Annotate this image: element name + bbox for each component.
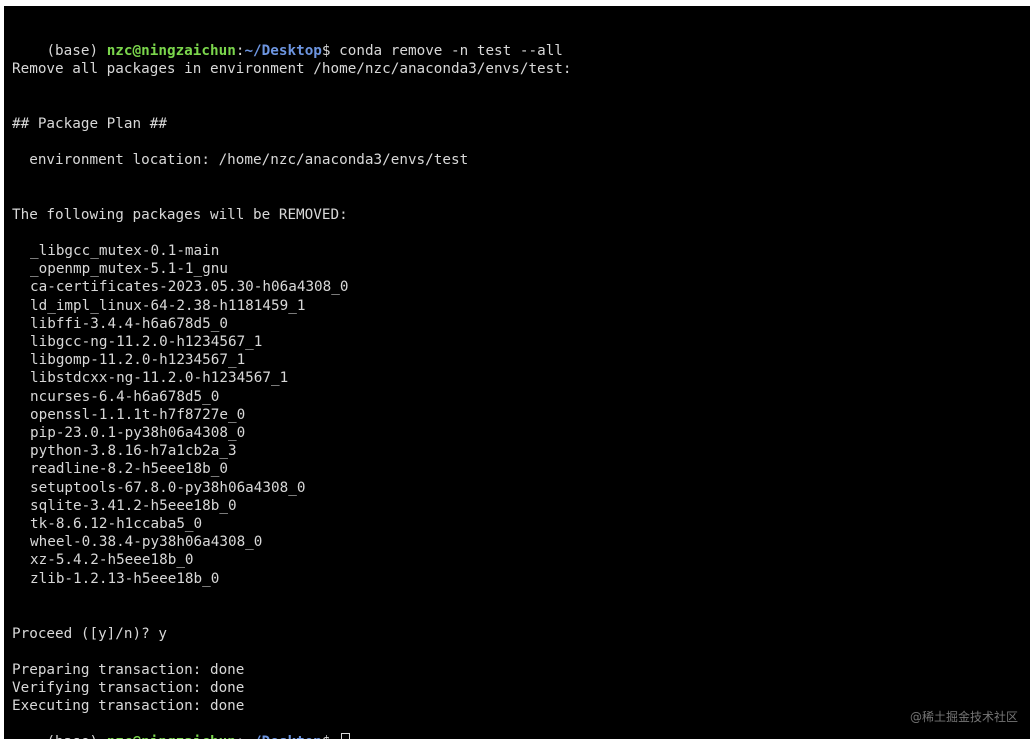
package-item: libgomp-11.2.0-h1234567_1 (30, 352, 246, 369)
terminal-cursor[interactable] (341, 733, 351, 739)
environment-location: environment location: /home/nzc/anaconda… (12, 152, 469, 168)
package-item: ncurses-6.4-h6a678d5_0 (30, 388, 220, 405)
package-item: libgcc-ng-11.2.0-h1234567_1 (30, 334, 263, 350)
package-plan-header: ## Package Plan ## (12, 116, 167, 132)
terminal-window[interactable]: (base) nzc@ningzaichun:~/Desktop$ conda … (4, 6, 1030, 739)
package-item: xz-5.4.2-h5eee18b_0 (30, 552, 194, 569)
package-item: readline-8.2-h5eee18b_0 (30, 461, 228, 478)
package-item: libffi-3.4.4-h6a678d5_0 (30, 315, 228, 332)
remove-message: Remove all packages in environment /home… (12, 61, 572, 77)
package-item: wheel-0.38.4-py38h06a4308_0 (30, 534, 263, 551)
user-host: nzc@ningzaichun (107, 734, 236, 739)
current-path: ~/Desktop (244, 734, 321, 739)
prompt-dollar: $ (321, 43, 340, 59)
package-item: sqlite-3.41.2-h5eee18b_0 (30, 497, 237, 514)
package-item: ca-certificates-2023.05.30-h06a4308_0 (30, 279, 349, 296)
command-text: conda remove -n test --all (339, 43, 563, 59)
package-item: libstdcxx-ng-11.2.0-h1234567_1 (30, 370, 289, 387)
conda-env-label: (base) (46, 43, 107, 59)
package-item: tk-8.6.12-h1ccaba5_0 (30, 516, 203, 532)
proceed-prompt: Proceed ([y]/n)? y (12, 626, 167, 642)
package-item: pip-23.0.1-py38h06a4308_0 (30, 425, 246, 441)
step-preparing: Preparing transaction: done (12, 662, 245, 678)
package-item: setuptools-67.8.0-py38h06a4308_0 (30, 479, 306, 496)
package-item: zlib-1.2.13-h5eee18b_0 (30, 570, 220, 587)
watermark: @稀土掘金技术社区 (909, 710, 1018, 724)
prompt-dollar: $ (322, 734, 339, 739)
conda-env-label: (base) (46, 734, 106, 739)
package-item: _openmp_mutex-5.1-1_gnu (30, 261, 228, 278)
prompt-line-final: (base) nzc@ningzaichun:~/Desktop$ (12, 715, 351, 739)
removed-header: The following packages will be REMOVED: (12, 207, 348, 223)
prompt-line-command: (base) nzc@ningzaichun:~/Desktop$ conda … (12, 24, 562, 59)
package-item: python-3.8.16-h7a1cb2a_3 (30, 443, 237, 460)
package-item: ld_impl_linux-64-2.38-h1181459_1 (30, 297, 306, 314)
package-item: _libgcc_mutex-0.1-main (30, 243, 220, 259)
step-verifying: Verifying transaction: done (12, 680, 245, 696)
step-executing: Executing transaction: done (12, 698, 245, 714)
current-path: ~/Desktop (244, 43, 322, 59)
package-item: openssl-1.1.1t-h7f8727e_0 (30, 406, 246, 423)
user-host: nzc@ningzaichun (106, 43, 236, 59)
